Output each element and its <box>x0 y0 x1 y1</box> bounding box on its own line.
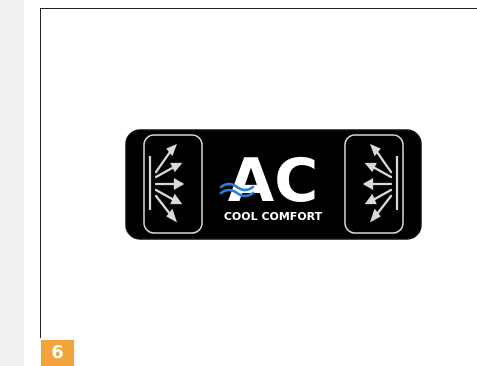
ac-logo: AC COOL COMFORT <box>125 129 422 240</box>
logo-tagline: COOL COMFORT <box>224 210 323 223</box>
ac-logo-graphic: AC COOL COMFORT <box>125 129 422 240</box>
logo-main-text: AC <box>228 146 318 216</box>
page-number-label: 6 <box>51 342 64 363</box>
page-number-badge: 6 <box>41 340 74 366</box>
left-margin-strip <box>0 0 24 366</box>
